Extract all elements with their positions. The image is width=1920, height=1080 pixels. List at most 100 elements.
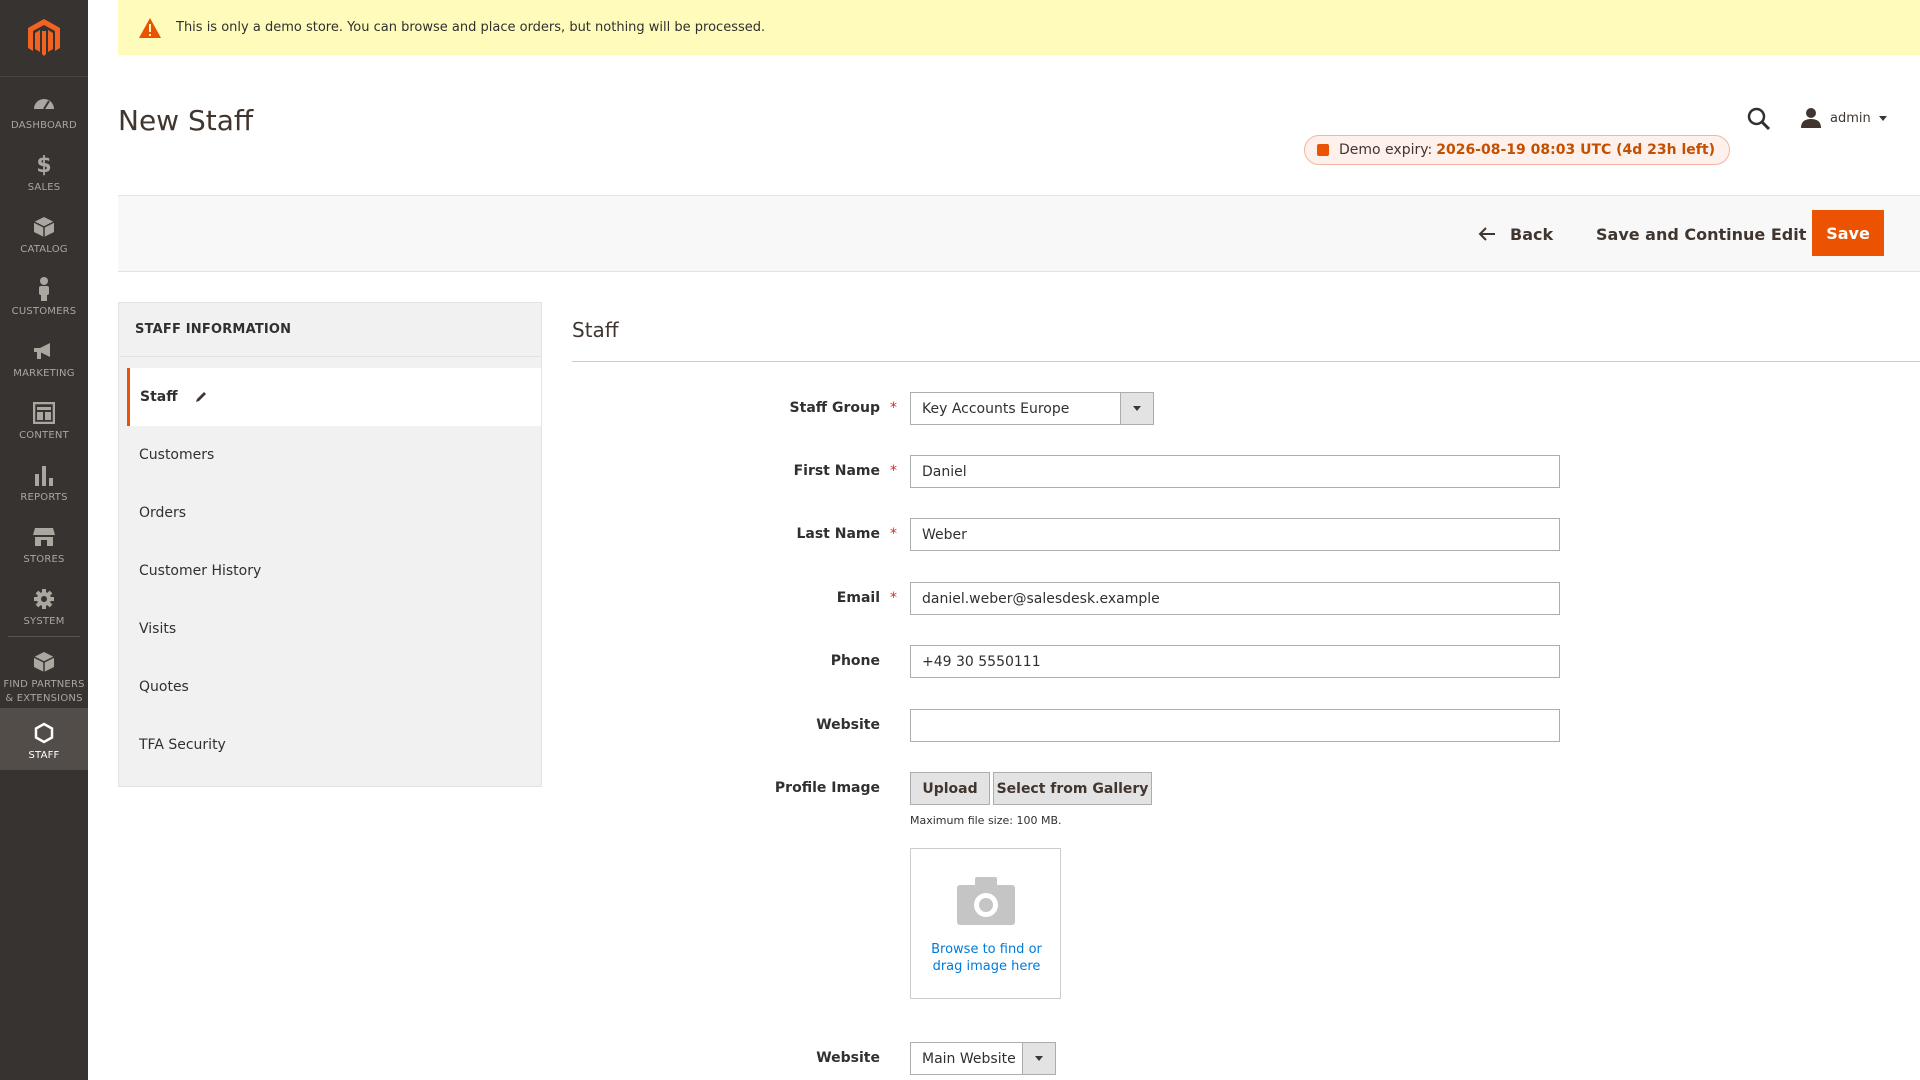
sidebar-item-dashboard[interactable]: DASHBOARD xyxy=(0,78,88,140)
back-button[interactable]: Back xyxy=(1478,218,1553,250)
section-divider xyxy=(572,361,1920,362)
staff-group-label: Staff Group xyxy=(789,400,880,416)
demo-store-notice: This is only a demo store. You can brows… xyxy=(118,0,1920,55)
chevron-down-icon xyxy=(1035,1056,1043,1061)
gear-icon xyxy=(32,587,56,611)
sidebar-item-marketing[interactable]: MARKETING xyxy=(0,326,88,388)
staff-group-select[interactable]: Key Accounts Europe xyxy=(910,392,1154,425)
last-name-field[interactable]: Weber xyxy=(910,518,1560,551)
warning-icon xyxy=(139,17,161,38)
layout-icon xyxy=(32,401,56,425)
chevron-down-icon xyxy=(1878,115,1887,121)
required-mark: * xyxy=(890,526,897,542)
sidebar-item-catalog[interactable]: CATALOG xyxy=(0,202,88,264)
last-name-label: Last Name xyxy=(796,526,880,542)
arrow-left-icon xyxy=(1478,227,1495,241)
sidebar-item-sales[interactable]: $ SALES xyxy=(0,140,88,202)
dollar-icon: $ xyxy=(36,152,52,178)
email-label: Email xyxy=(836,590,880,606)
sidebar-item-staff[interactable]: STAFF xyxy=(0,708,88,770)
tab-customer-history[interactable]: Customer History xyxy=(119,542,541,600)
demo-expiry-label: Demo expiry: xyxy=(1339,142,1433,158)
admin-username: admin xyxy=(1830,110,1871,126)
tab-visits[interactable]: Visits xyxy=(119,600,541,658)
demo-expiry-value: 2026-08-19 08:03 UTC (4d 23h left) xyxy=(1436,142,1715,158)
sidebar-item-customers[interactable]: CUSTOMERS xyxy=(0,264,88,326)
website-url-field[interactable] xyxy=(910,709,1560,742)
tab-tfa-security[interactable]: TFA Security xyxy=(119,716,541,774)
sidebar-item-label: CATALOG xyxy=(20,244,68,255)
staff-group-value: Key Accounts Europe xyxy=(922,400,1070,417)
cube-icon xyxy=(32,650,56,674)
tab-customers[interactable]: Customers xyxy=(119,426,541,484)
sidebar-item-find-partners[interactable]: FIND PARTNERS & EXTENSIONS xyxy=(0,637,88,707)
phone-label: Phone xyxy=(830,653,880,669)
search-icon[interactable] xyxy=(1746,106,1772,132)
first-name-label: First Name xyxy=(793,463,880,479)
website-select-value: Main Website xyxy=(922,1050,1016,1067)
sidebar-item-label: REPORTS xyxy=(20,492,68,503)
sidebar-item-label: SYSTEM xyxy=(23,616,65,627)
admin-sidebar: DASHBOARD $ SALES CATALOG CUSTOMERS MARK… xyxy=(0,0,88,1080)
required-mark: * xyxy=(890,463,897,479)
select-from-gallery-button[interactable]: Select from Gallery xyxy=(993,772,1152,805)
store-icon xyxy=(32,525,56,549)
email-field[interactable]: daniel.weber@salesdesk.example xyxy=(910,582,1560,615)
image-dropzone[interactable]: Browse to find or drag image here xyxy=(910,848,1061,999)
sidebar-item-label: STORES xyxy=(23,554,65,565)
admin-user-menu[interactable]: admin xyxy=(1800,106,1887,130)
logo-divider xyxy=(0,76,88,77)
dropzone-text[interactable]: Browse to find or drag image here xyxy=(919,941,1054,975)
chevron-down-icon xyxy=(1133,406,1141,411)
box-icon xyxy=(32,215,56,239)
dashboard-icon xyxy=(32,91,56,115)
section-title: Staff xyxy=(572,318,619,342)
notice-text: This is only a demo store. You can brows… xyxy=(176,20,766,35)
max-file-size-note: Maximum file size: 100 MB. xyxy=(910,814,1062,827)
camera-icon xyxy=(957,877,1015,925)
user-icon xyxy=(1801,108,1821,128)
phone-field[interactable]: +49 30 5550111 xyxy=(910,645,1560,678)
tabs-title: STAFF INFORMATION xyxy=(119,303,541,357)
sidebar-item-label: MARKETING xyxy=(13,368,75,379)
save-and-continue-button[interactable]: Save and Continue Edit xyxy=(1596,218,1806,250)
page: DASHBOARD $ SALES CATALOG CUSTOMERS MARK… xyxy=(0,0,1920,1080)
select-toggle xyxy=(1022,1043,1055,1074)
sidebar-item-label: CONTENT xyxy=(19,430,69,441)
tab-quotes[interactable]: Quotes xyxy=(119,658,541,716)
sidebar-item-label: DASHBOARD xyxy=(11,120,77,131)
first-name-field[interactable]: Daniel xyxy=(910,455,1560,488)
website-select[interactable]: Main Website xyxy=(910,1042,1056,1075)
sidebar-item-system[interactable]: SYSTEM xyxy=(0,574,88,636)
status-dot-icon xyxy=(1317,144,1329,156)
back-button-label: Back xyxy=(1510,224,1554,244)
tab-staff[interactable]: Staff xyxy=(127,368,541,426)
magento-logo-icon xyxy=(28,19,60,56)
pencil-icon xyxy=(195,392,206,402)
sidebar-item-stores[interactable]: STORES xyxy=(0,512,88,574)
select-toggle xyxy=(1120,393,1153,424)
staff-information-tabs: STAFF INFORMATION Staff Customers Orders… xyxy=(118,302,542,787)
sidebar-item-label: SALES xyxy=(27,182,61,193)
website-select-label: Website xyxy=(816,1050,880,1066)
hexagon-icon xyxy=(32,721,56,745)
bar-chart-icon xyxy=(32,463,56,487)
sidebar-item-label: FIND PARTNERS & EXTENSIONS xyxy=(3,679,85,704)
magento-logo[interactable] xyxy=(0,0,88,76)
sidebar-item-reports[interactable]: REPORTS xyxy=(0,450,88,512)
profile-image-label: Profile Image xyxy=(774,780,880,796)
tab-label: Staff xyxy=(140,389,178,405)
demo-expiry-badge: Demo expiry: 2026-08-19 08:03 UTC (4d 23… xyxy=(1304,135,1730,165)
person-icon xyxy=(32,277,56,301)
save-button[interactable]: Save xyxy=(1812,210,1884,256)
upload-button[interactable]: Upload xyxy=(910,772,990,805)
required-mark: * xyxy=(890,400,897,416)
required-mark: * xyxy=(890,590,897,606)
megaphone-icon xyxy=(32,339,56,363)
tab-orders[interactable]: Orders xyxy=(119,484,541,542)
sidebar-item-label: STAFF xyxy=(28,750,60,761)
sidebar-item-label: CUSTOMERS xyxy=(11,306,77,317)
website-url-label: Website xyxy=(816,717,880,733)
sidebar-item-content[interactable]: CONTENT xyxy=(0,388,88,450)
page-title: New Staff xyxy=(118,104,254,137)
